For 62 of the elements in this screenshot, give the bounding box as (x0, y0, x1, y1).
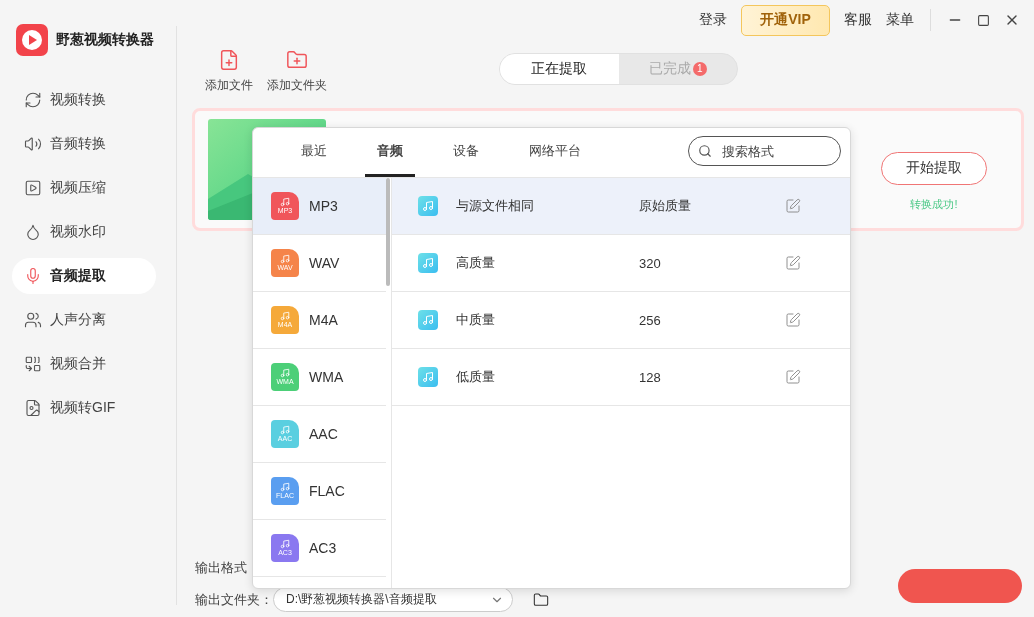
sidebar-item[interactable]: 视频水印 (12, 214, 156, 250)
menu-link[interactable]: 菜单 (886, 11, 914, 29)
preset-row[interactable]: 与源文件相同 原始质量 (392, 178, 850, 235)
search-field[interactable]: 搜索格式 (688, 136, 841, 166)
microphone-icon (24, 267, 42, 285)
search-icon (698, 144, 712, 158)
droplet-icon (24, 223, 42, 241)
folder-icon[interactable] (533, 591, 549, 608)
preset-name: 与源文件相同 (456, 197, 535, 215)
music-note-icon (418, 253, 438, 273)
app-logo-icon (16, 24, 48, 56)
start-button[interactable]: 开始提取 (881, 151, 987, 185)
music-note-icon (418, 310, 438, 330)
refresh-icon (24, 91, 42, 109)
status-tab[interactable]: 正在提取 (500, 54, 619, 84)
speaker-icon (24, 135, 42, 153)
edit-icon[interactable] (785, 369, 801, 385)
toolbar-button[interactable]: 添加文件 (205, 49, 253, 94)
file-plus-icon (218, 49, 240, 71)
preset-row[interactable]: 低质量 128 (392, 349, 850, 406)
folder-plus-icon (286, 49, 308, 71)
scrollbar[interactable] (386, 178, 390, 286)
service-link[interactable]: 客服 (844, 11, 872, 29)
preset-name: 低质量 (456, 368, 496, 386)
play-square-icon (24, 179, 42, 197)
preset-quality: 256 (639, 312, 662, 328)
count-badge: 1 (692, 62, 707, 76)
preset-row[interactable]: 高质量 320 (392, 235, 850, 292)
vip-button[interactable]: 开通VIP (741, 4, 830, 36)
edit-icon[interactable] (785, 312, 801, 328)
action-button[interactable] (898, 569, 1022, 603)
app-title: 野葱视频转换器 (56, 31, 154, 49)
sidebar-item[interactable]: 音频提取 (12, 258, 156, 294)
preset-row[interactable]: 中质量 256 (392, 292, 850, 349)
merge-icon (24, 355, 42, 373)
folder-field[interactable]: D:\野葱视频转换器\音频提取 (273, 587, 513, 612)
sidebar-item[interactable]: 音频转换 (12, 126, 156, 162)
format-tab[interactable]: 网络平台 (517, 128, 593, 177)
preset-name: 中质量 (456, 311, 496, 329)
sidebar-item[interactable]: 人声分离 (12, 302, 156, 338)
sidebar-item[interactable]: 视频转GIF (12, 390, 156, 426)
format-tab[interactable]: 最近 (289, 128, 339, 177)
toolbar-button[interactable]: 添加文件夹 (267, 49, 327, 94)
output-folder-label: 输出文件夹： (195, 590, 273, 609)
sidebar-item[interactable]: 视频压缩 (12, 170, 156, 206)
preset-quality: 128 (639, 369, 662, 385)
edit-icon[interactable] (785, 255, 801, 271)
image-file-icon (24, 399, 42, 417)
output-format-label: 输出格式 (195, 559, 247, 577)
preset-name: 高质量 (456, 254, 496, 272)
sidebar-item[interactable]: 视频合并 (12, 346, 156, 382)
status-text: 转换成功! (910, 196, 958, 212)
users-icon (24, 311, 42, 329)
edit-icon[interactable] (785, 198, 801, 214)
music-note-icon (418, 196, 438, 216)
preset-quality: 320 (639, 255, 662, 271)
preset-quality: 原始质量 (639, 197, 692, 215)
music-note-icon (418, 367, 438, 387)
format-tab[interactable]: 设备 (441, 128, 491, 177)
login-link[interactable]: 登录 (699, 11, 727, 29)
maximize-icon[interactable] (977, 13, 990, 27)
sidebar-item[interactable]: 视频转换 (12, 82, 156, 118)
